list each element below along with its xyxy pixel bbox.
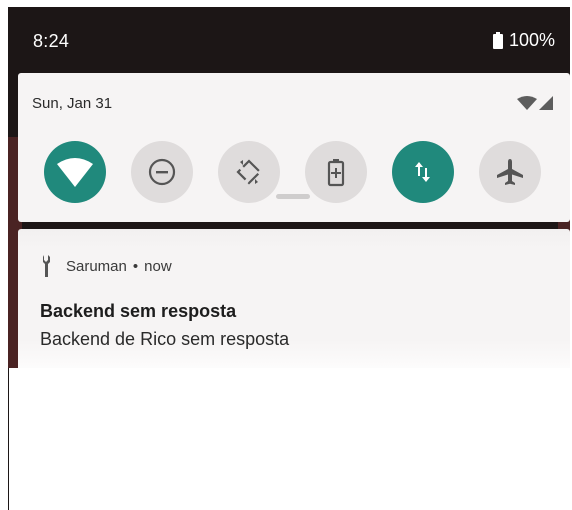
do-not-disturb-tile[interactable] (131, 141, 193, 203)
mobile-data-icon (415, 162, 430, 182)
battery-saver-icon (327, 159, 345, 187)
app-name: Saruman (66, 257, 127, 275)
airplane-icon (497, 159, 523, 185)
airplane-mode-tile[interactable] (479, 141, 541, 203)
battery-full-icon (492, 32, 503, 49)
cellular-signal-icon (539, 96, 553, 110)
wifi-tile[interactable] (44, 141, 106, 203)
wrench-icon (42, 255, 52, 277)
signal-icons (517, 96, 553, 115)
status-bar: 8:24 100% (8, 7, 570, 73)
mobile-data-tile[interactable] (392, 141, 454, 203)
notification-text: Backend de Rico sem resposta (40, 329, 290, 349)
status-time: 8:24 (33, 31, 70, 51)
blank-area (0, 368, 572, 510)
drag-handle[interactable] (276, 194, 310, 199)
do-not-disturb-icon (148, 158, 176, 186)
battery-indicator: 100% (492, 30, 555, 51)
auto-rotate-icon (236, 159, 262, 185)
frame-edge (8, 368, 9, 510)
wifi-icon (57, 158, 93, 187)
notification-title: Backend sem resposta (40, 301, 237, 321)
wifi-icon (517, 96, 537, 110)
header-separator: • (132, 257, 139, 275)
battery-percentage: 100% (508, 30, 555, 50)
quick-settings-panel: Sun, Jan 31 (18, 73, 570, 222)
battery-saver-tile[interactable] (305, 141, 367, 203)
date-label[interactable]: Sun, Jan 31 (32, 95, 112, 112)
notification-header: Saruman • now (42, 255, 172, 277)
notification-time: now (144, 257, 172, 275)
auto-rotate-tile[interactable] (218, 141, 280, 203)
